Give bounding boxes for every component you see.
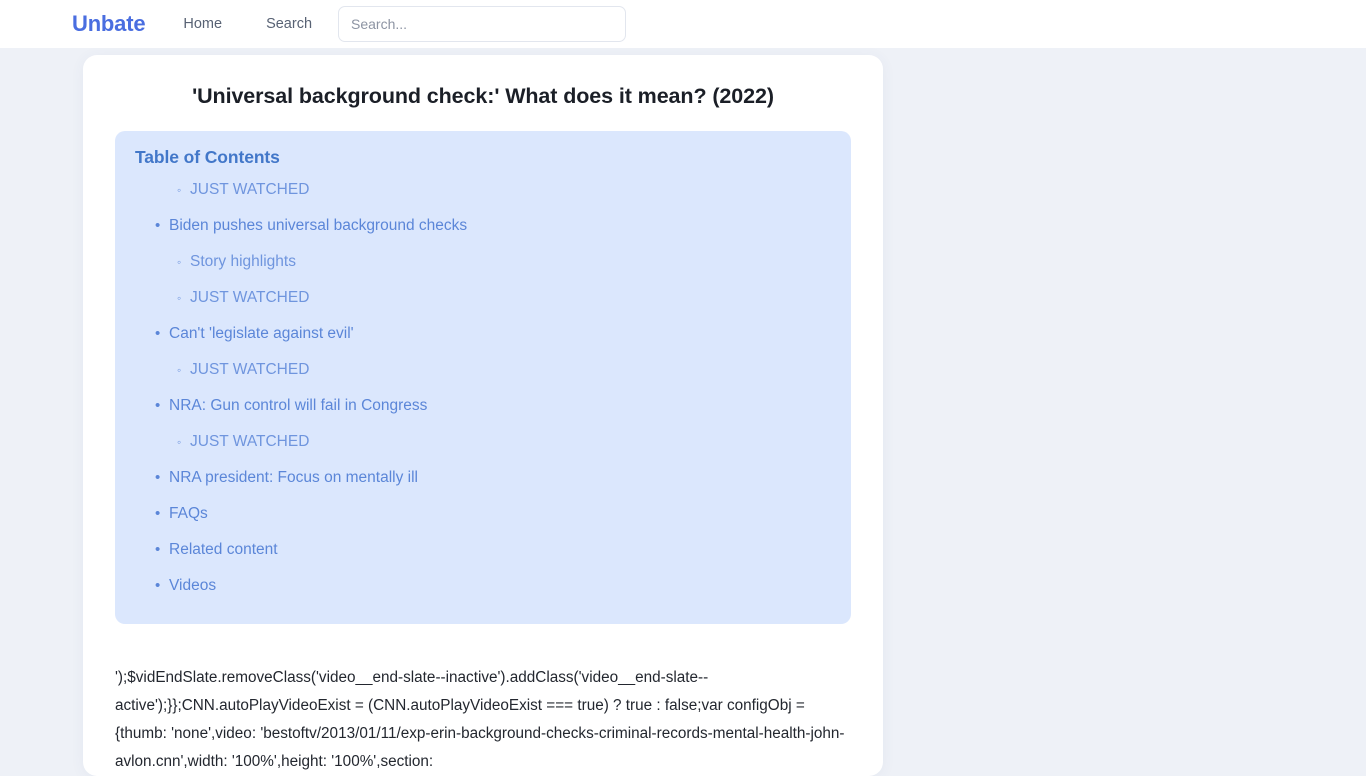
disc-bullet-icon: • (155, 324, 161, 342)
toc-item-label[interactable]: JUST WATCHED (190, 280, 309, 316)
disc-bullet-icon: • (155, 216, 161, 234)
disc-bullet-icon: • (155, 396, 161, 414)
nav-link-search[interactable]: Search (266, 17, 312, 32)
toc-heading: Table of Contents (135, 146, 280, 167)
circle-bullet-icon: ◦ (177, 254, 182, 269)
disc-bullet-icon: • (155, 504, 161, 522)
circle-bullet-icon: ◦ (177, 362, 182, 377)
article-body-text: ');$vidEndSlate.removeClass('video__end-… (115, 668, 845, 770)
toc-item[interactable]: • Videos (135, 568, 831, 604)
toc-item-label[interactable]: Biden pushes universal background checks (169, 208, 467, 244)
toc-item[interactable]: • Can't 'legislate against evil' (135, 316, 831, 352)
toc-item[interactable]: ◦ JUST WATCHED (135, 352, 831, 388)
page-content-wrapper: 'Universal background check:' What does … (0, 48, 1366, 776)
toc-item-label[interactable]: JUST WATCHED (190, 424, 309, 460)
brand-logo[interactable]: Unbate (72, 13, 146, 35)
toc-item-label[interactable]: Can't 'legislate against evil' (169, 316, 354, 352)
toc-item-label[interactable]: JUST WATCHED (190, 352, 309, 388)
table-of-contents: Table of Contents ◦ JUST WATCHED • Biden pu… (115, 130, 851, 624)
disc-bullet-icon: • (155, 468, 161, 486)
toc-list: ◦ JUST WATCHED • Biden pushes universal bac… (135, 172, 831, 604)
circle-bullet-icon: ◦ (177, 182, 182, 197)
toc-item[interactable]: ◦ JUST WATCHED (135, 280, 831, 316)
toc-item-label[interactable]: JUST WATCHED (190, 172, 309, 208)
search-input[interactable] (338, 6, 627, 42)
top-navbar: Unbate Home Search (0, 0, 1366, 48)
toc-item[interactable]: ◦ JUST WATCHED (135, 424, 831, 460)
toc-item-label[interactable]: Story highlights (190, 244, 296, 280)
toc-item[interactable]: • NRA president: Focus on mentally ill (135, 460, 831, 496)
toc-item[interactable]: • NRA: Gun control will fail in Congress (135, 388, 831, 424)
disc-bullet-icon: • (155, 576, 161, 594)
toc-item-label[interactable]: Related content (169, 532, 278, 568)
toc-item-label[interactable]: FAQs (169, 496, 208, 532)
toc-item-label[interactable]: NRA: Gun control will fail in Congress (169, 388, 427, 424)
disc-bullet-icon: • (155, 540, 161, 558)
toc-item[interactable]: ◦ JUST WATCHED (135, 172, 831, 208)
toc-item[interactable]: • Biden pushes universal background check… (135, 208, 831, 244)
page-title: 'Universal background check:' What does … (192, 84, 774, 108)
toc-item[interactable]: • Related content (135, 532, 831, 568)
nav-link-home[interactable]: Home (183, 17, 222, 32)
article-card: 'Universal background check:' What does … (83, 55, 883, 776)
toc-item[interactable]: • FAQs (135, 496, 831, 532)
circle-bullet-icon: ◦ (177, 434, 182, 449)
toc-item-label[interactable]: NRA president: Focus on mentally ill (169, 460, 418, 496)
toc-item[interactable]: ◦ Story highlights (135, 244, 831, 280)
circle-bullet-icon: ◦ (177, 290, 182, 305)
toc-item-label[interactable]: Videos (169, 568, 216, 604)
